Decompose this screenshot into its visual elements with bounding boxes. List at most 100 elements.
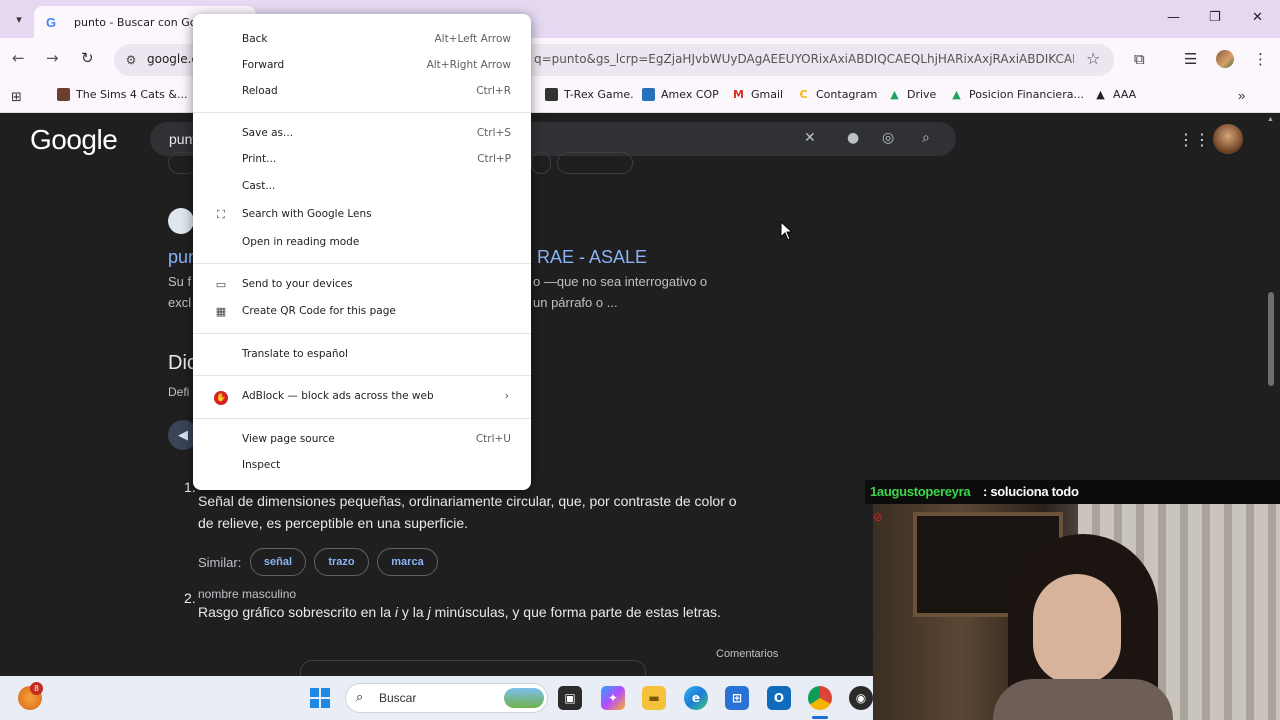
similar-label: Similar:: [198, 555, 242, 570]
adblock-icon: ✋: [213, 390, 229, 405]
submenu-arrow-icon: ›: [504, 389, 509, 402]
menu-item-qr-code[interactable]: ▦ Create QR Code for this page: [193, 299, 531, 325]
windows-start-icon[interactable]: [310, 688, 330, 708]
menu-item-print[interactable]: Print... Ctrl+P: [193, 147, 531, 173]
media-control-icon[interactable]: ☰: [1184, 50, 1197, 68]
bookmark-label: The Sims 4 Cats &...: [76, 88, 188, 101]
google-lens-icon[interactable]: ◎: [882, 130, 894, 146]
bookmark-item[interactable]: ▲ Posicion Financiera...: [950, 88, 1084, 101]
close-window-button[interactable]: ✕: [1252, 10, 1263, 25]
copilot-icon[interactable]: ✦: [601, 686, 625, 710]
forward-button[interactable]: →: [46, 49, 59, 67]
result-title-rest[interactable]: RAE - ASALE: [537, 247, 647, 268]
google-account-avatar[interactable]: [1213, 124, 1243, 154]
menu-item-reload[interactable]: Reload Ctrl+R: [193, 79, 531, 105]
outlook-icon[interactable]: O: [767, 686, 791, 710]
chrome-icon[interactable]: [808, 686, 832, 710]
bookmark-item[interactable]: ▲ Drive: [888, 88, 936, 101]
extensions-icon[interactable]: ⧉: [1134, 50, 1145, 68]
menu-item-translate[interactable]: Translate to español: [193, 342, 531, 368]
aaa-icon: ▲: [1096, 88, 1105, 101]
restore-button[interactable]: ❐: [1209, 10, 1221, 25]
taskbar-search-box[interactable]: ⌕ Buscar: [345, 683, 548, 713]
bookmark-item[interactable]: ▲ AAA: [1094, 88, 1136, 101]
scrollbar-thumb[interactable]: [1268, 292, 1274, 386]
menu-item-forward[interactable]: Forward Alt+Right Arrow: [193, 53, 531, 79]
task-view-icon[interactable]: ▣: [558, 686, 582, 710]
menu-item-adblock[interactable]: ✋ AdBlock — block ads across the web ›: [193, 384, 531, 410]
menu-divider: [193, 112, 531, 113]
menu-item-back[interactable]: Back Alt+Left Arrow: [193, 27, 531, 53]
menu-item-reading-mode[interactable]: Open in reading mode: [193, 230, 531, 256]
menu-item-label: Cast...: [242, 180, 276, 192]
microphone-icon[interactable]: ●: [847, 130, 859, 146]
google-logo[interactable]: Google: [30, 124, 118, 156]
menu-kebab-icon[interactable]: ⋮: [1253, 50, 1268, 68]
bookmarks-overflow-icon[interactable]: »: [1238, 88, 1245, 103]
menu-item-google-lens[interactable]: ⛶ Search with Google Lens: [193, 202, 531, 228]
bookmark-item[interactable]: M Gmail: [732, 88, 783, 101]
google-favicon-icon: G: [46, 14, 57, 30]
obs-icon[interactable]: ◉: [849, 686, 873, 710]
related-card[interactable]: [300, 660, 646, 676]
context-menu: Back Alt+Left Arrow Forward Alt+Right Ar…: [193, 14, 531, 490]
tab-search-button[interactable]: ▾: [8, 8, 30, 30]
webcam-person-shirt: [993, 679, 1173, 720]
apps-grid-icon[interactable]: ⊞: [11, 89, 22, 105]
menu-item-inspect[interactable]: Inspect: [193, 453, 531, 479]
menu-item-view-source[interactable]: View page source Ctrl+U: [193, 427, 531, 453]
menu-item-label: View page source: [242, 433, 335, 445]
chat-message: : soluciona todo: [983, 484, 1079, 499]
similar-chip[interactable]: señal: [250, 548, 306, 576]
bookmark-item[interactable]: T-Rex Game.: [545, 88, 634, 101]
result-snippet: Su f: [168, 274, 192, 289]
result-snippet: excl: [168, 295, 192, 310]
definition-number: 2.: [184, 590, 196, 606]
back-button[interactable]: ←: [12, 49, 25, 67]
result-snippet: o —que no sea interrogativo o: [533, 274, 708, 289]
menu-item-shortcut: Alt+Right Arrow: [426, 59, 511, 71]
gmail-icon: M: [733, 88, 744, 101]
menu-item-cast[interactable]: Cast...: [193, 174, 531, 200]
profile-avatar[interactable]: [1216, 50, 1234, 68]
search-icon[interactable]: ⌕: [922, 130, 930, 146]
menu-divider: [193, 263, 531, 264]
similar-chip[interactable]: trazo: [314, 548, 369, 576]
reload-button[interactable]: ↻: [81, 49, 94, 67]
file-explorer-icon[interactable]: ▬: [642, 686, 666, 710]
chevron-down-icon: ▾: [16, 13, 22, 26]
definition-segment: minúsculas, y que forma parte de estas l…: [430, 604, 721, 620]
start-icon-tile: [321, 699, 330, 708]
drive-icon: ▲: [952, 88, 961, 101]
menu-item-label: Print...: [242, 153, 277, 165]
bookmark-label: T-Rex Game.: [564, 88, 634, 101]
part-of-speech: nombre masculino: [198, 587, 297, 601]
result-snippet: un párrafo o ...: [533, 295, 618, 310]
amex-icon: [642, 88, 655, 101]
edge-icon[interactable]: e: [684, 686, 708, 710]
bookmark-star-icon[interactable]: ☆: [1086, 49, 1100, 69]
filter-chip[interactable]: [557, 152, 633, 174]
similar-chip[interactable]: marca: [377, 548, 438, 576]
bookmark-label: Drive: [907, 88, 937, 101]
store-icon[interactable]: ⊞: [725, 686, 749, 710]
search-highlight-image: [504, 688, 544, 708]
clear-icon[interactable]: ✕: [804, 130, 816, 146]
menu-item-send-to-devices[interactable]: ▭ Send to your devices: [193, 272, 531, 298]
minimize-button[interactable]: —: [1167, 10, 1180, 25]
site-info-icon[interactable]: ⚙: [122, 51, 140, 69]
bookmark-label: Contagram: [816, 88, 878, 101]
bookmark-item[interactable]: Amex COP: [642, 88, 719, 101]
scroll-up-icon[interactable]: ▲: [1267, 116, 1274, 123]
filter-chip[interactable]: [531, 152, 551, 174]
comments-link[interactable]: Comentarios: [716, 648, 778, 660]
menu-item-save-as[interactable]: Save as... Ctrl+S: [193, 121, 531, 147]
bookmark-item[interactable]: The Sims 4 Cats &...: [57, 88, 187, 101]
menu-item-label: Create QR Code for this page: [242, 305, 396, 317]
menu-item-label: Search with Google Lens: [242, 208, 372, 220]
site-favicon-icon: [168, 208, 194, 234]
menu-item-label: Save as...: [242, 127, 294, 139]
bookmark-item[interactable]: C Contagram: [797, 88, 877, 101]
menu-item-shortcut: Alt+Left Arrow: [434, 33, 511, 45]
definition-text: Rasgo gráfico sobrescrito en la i y la j…: [198, 601, 721, 623]
